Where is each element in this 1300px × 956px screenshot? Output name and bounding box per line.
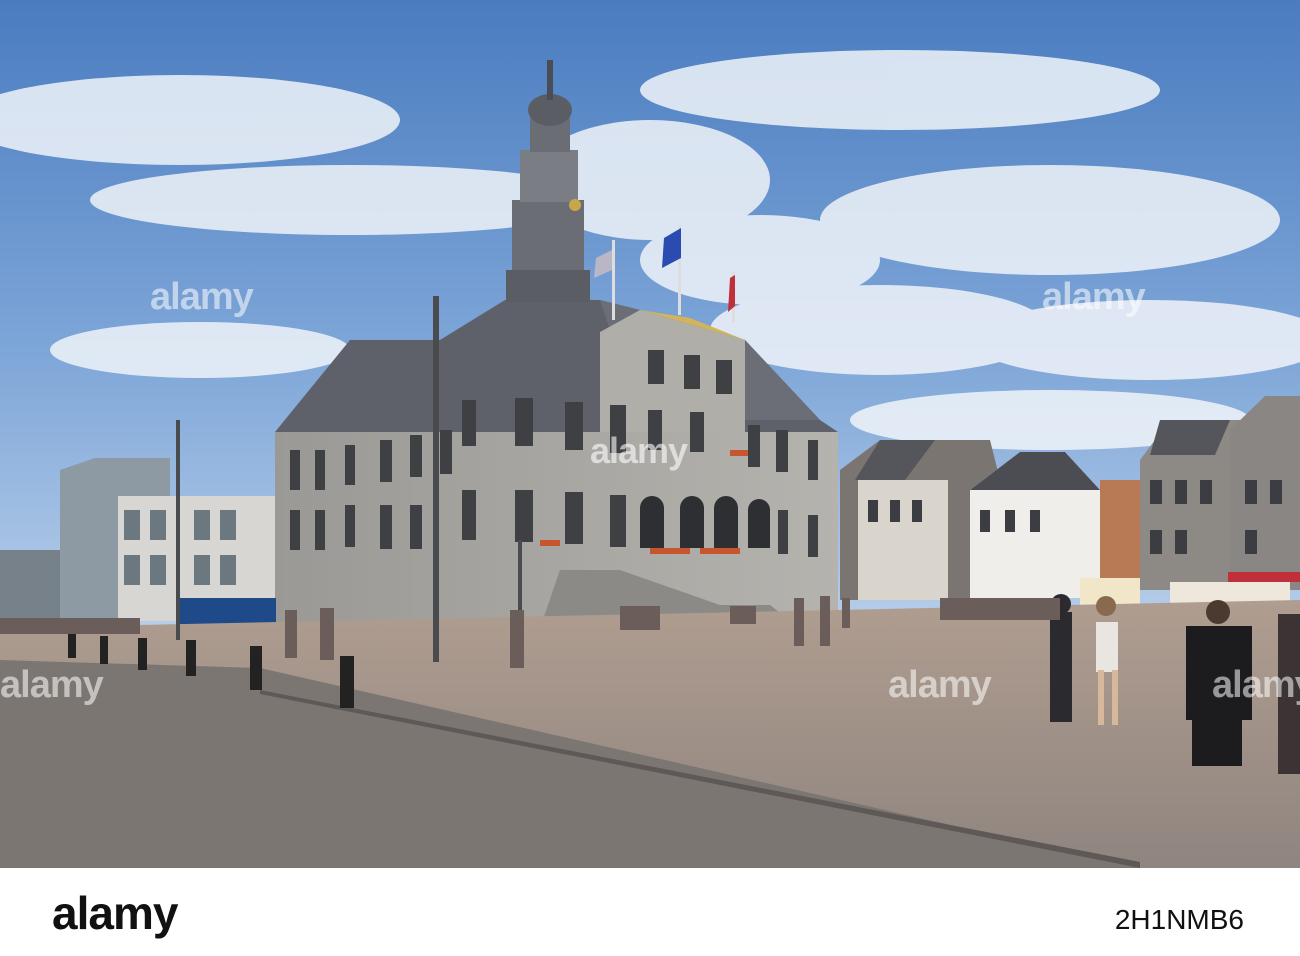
footer-brand-logo: alamy (52, 887, 178, 939)
footer-image-id: 2H1NMB6 (1114, 904, 1244, 935)
watermark-text: alamy (1042, 276, 1146, 318)
photo: alamy alamy alamy alamy alamy alamy (0, 0, 1300, 868)
watermark-text: alamy (0, 664, 104, 706)
watermark-text: alamy (150, 276, 254, 318)
watermark-text: alamy (590, 430, 688, 471)
watermark-text: alamy (888, 664, 992, 706)
footer-bar (0, 868, 1300, 956)
watermark-text: alamy (1212, 664, 1300, 706)
